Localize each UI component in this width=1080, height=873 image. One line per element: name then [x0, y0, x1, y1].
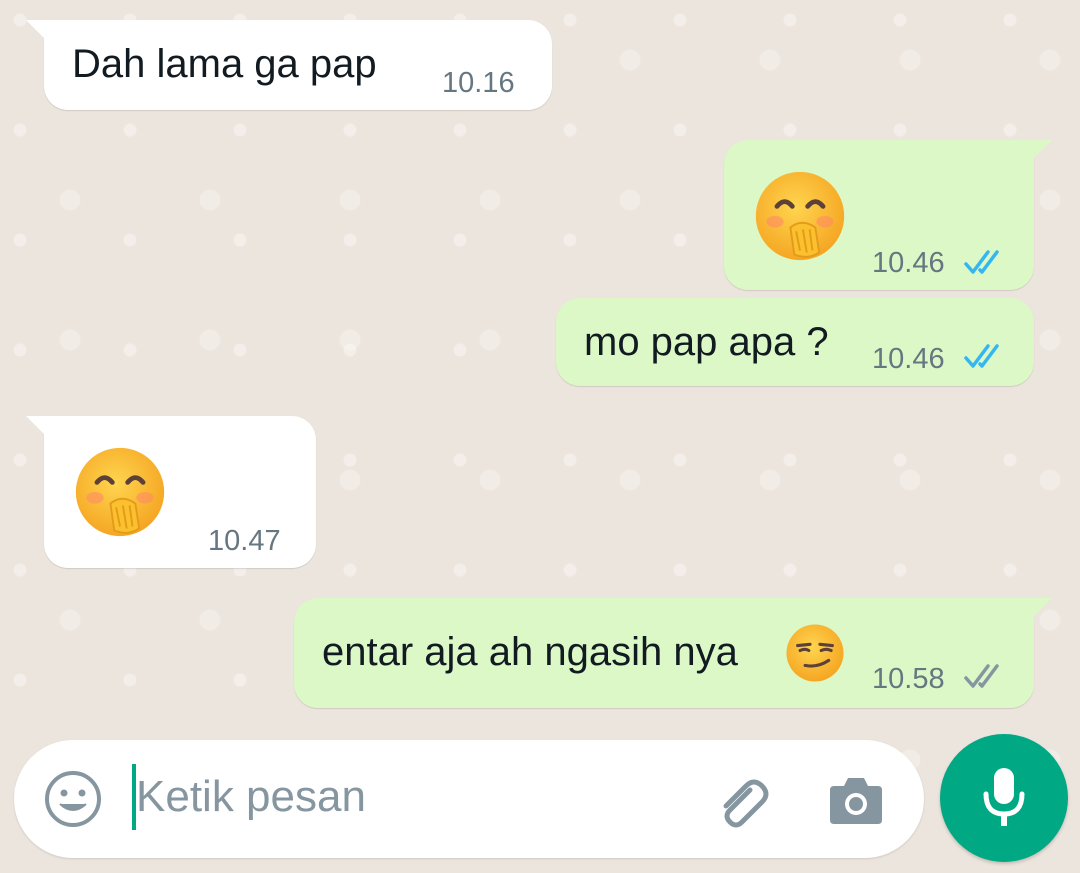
bubble-tail: [1030, 598, 1052, 620]
bubble-tail: [26, 20, 48, 42]
message-text: mo pap apa ?: [584, 320, 829, 364]
camera-icon[interactable]: [826, 772, 886, 828]
message-outgoing[interactable]: 10.46: [724, 140, 1052, 290]
message-time: 10.46: [872, 343, 945, 375]
message-time: 10.58: [872, 663, 945, 695]
read-receipt-icon: [964, 344, 999, 368]
message-composer[interactable]: Ketik pesan: [14, 740, 924, 858]
message-time: 10.16: [442, 67, 515, 99]
smiley-face-icon[interactable]: [44, 770, 102, 828]
face-with-hand-over-mouth-icon: [75, 447, 165, 537]
voice-message-button[interactable]: [940, 734, 1068, 862]
message-input[interactable]: Ketik pesan: [136, 770, 366, 824]
paperclip-icon[interactable]: [708, 770, 772, 834]
smirking-face-icon: [786, 624, 844, 682]
face-with-hand-over-mouth-icon: [755, 171, 845, 261]
delivered-receipt-icon: [964, 664, 999, 688]
message-time: 10.46: [872, 247, 945, 279]
bubble-tail: [26, 416, 48, 438]
message-outgoing[interactable]: mo pap apa ? 10.46: [556, 298, 1034, 386]
message-text: entar aja ah ngasih nya: [322, 630, 738, 674]
read-receipt-icon: [964, 250, 999, 274]
message-incoming[interactable]: 10.47: [26, 416, 316, 568]
message-outgoing[interactable]: entar aja ah ngasih nya 10.58: [294, 598, 1052, 708]
message-time: 10.47: [208, 525, 281, 557]
microphone-icon: [983, 768, 1025, 826]
bubble-tail: [1030, 140, 1052, 162]
message-text: Dah lama ga pap: [72, 42, 377, 86]
message-incoming[interactable]: Dah lama ga pap 10.16: [26, 20, 552, 110]
